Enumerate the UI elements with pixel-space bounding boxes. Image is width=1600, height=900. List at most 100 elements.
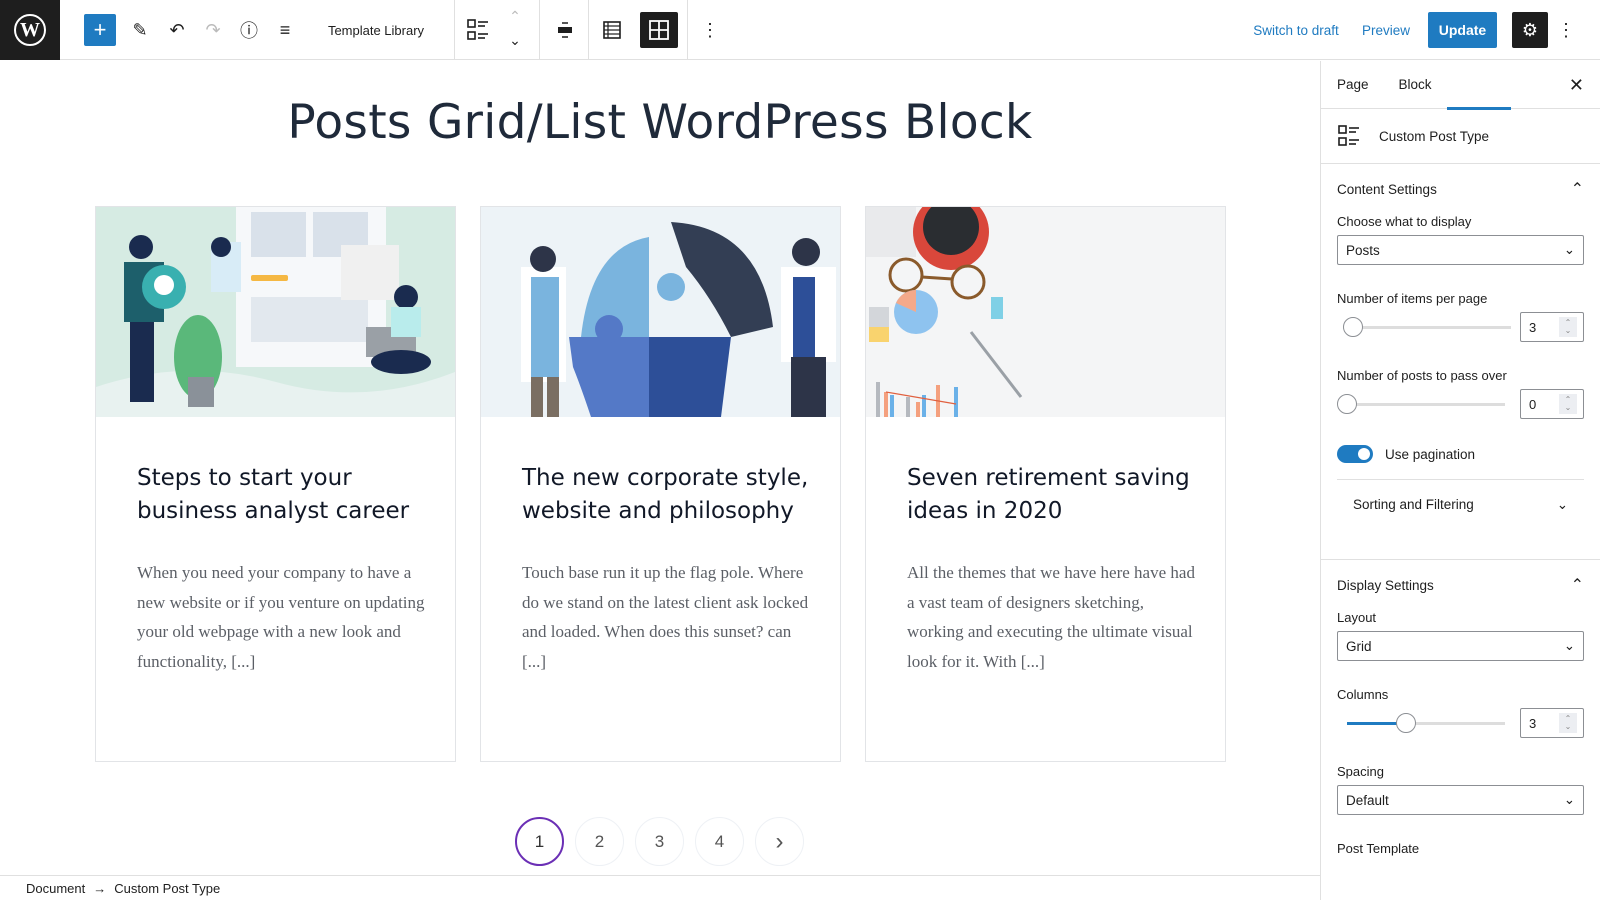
columns-input[interactable]: 3 ⌃ ⌄ bbox=[1520, 708, 1584, 738]
chevron-down-icon: ⌄ bbox=[1563, 242, 1575, 257]
gear-icon: ⚙ bbox=[1521, 19, 1539, 40]
next-page-button[interactable]: › bbox=[755, 817, 804, 866]
align-button[interactable] bbox=[551, 14, 579, 46]
toggle-label: Use pagination bbox=[1385, 446, 1476, 462]
wordpress-logo-button[interactable]: W bbox=[0, 0, 60, 60]
chevron-down-icon: ⌄ bbox=[509, 31, 521, 48]
puzzle-head-illustration bbox=[481, 207, 840, 417]
arrow-right-icon: → bbox=[93, 880, 107, 896]
toolbar-divider bbox=[687, 0, 688, 60]
slider-track bbox=[1347, 403, 1505, 406]
settings-sidebar: Page Block ✕ Custom Post Type Content Se… bbox=[1320, 61, 1600, 900]
layout-label: Layout bbox=[1337, 610, 1377, 625]
close-icon: ✕ bbox=[1568, 75, 1584, 95]
post-excerpt: All the themes that we have here have ha… bbox=[907, 563, 1195, 671]
chevron-down-icon: ⌄ bbox=[1563, 792, 1575, 807]
page-button-2[interactable]: 2 bbox=[575, 817, 624, 866]
update-button[interactable]: Update bbox=[1428, 12, 1497, 48]
post-template-label: Post Template bbox=[1337, 841, 1420, 856]
undo-button[interactable]: ↶ bbox=[163, 14, 191, 46]
move-down-button[interactable]: ⌄ bbox=[505, 30, 525, 50]
slider-thumb[interactable] bbox=[1337, 394, 1357, 414]
block-type-button[interactable] bbox=[464, 14, 494, 46]
display-settings-toggle[interactable]: Display Settings ⌃ bbox=[1337, 560, 1584, 610]
desk-finance-photo bbox=[866, 207, 1225, 417]
template-library-button[interactable]: Template Library bbox=[316, 14, 436, 46]
spinner-icon[interactable]: ⌃ ⌄ bbox=[1559, 394, 1577, 414]
wordpress-icon: W bbox=[14, 14, 46, 46]
block-more-options-button[interactable]: ⋮ bbox=[700, 14, 720, 46]
items-per-page-slider[interactable] bbox=[1343, 317, 1511, 337]
list-view-icon bbox=[603, 21, 621, 39]
post-featured-image bbox=[481, 207, 840, 417]
page-button-1[interactable]: 1 bbox=[515, 817, 564, 866]
add-block-button[interactable]: + bbox=[84, 14, 116, 46]
undo-icon: ↶ bbox=[169, 19, 185, 40]
more-vertical-icon: ⋮ bbox=[701, 19, 719, 40]
page-button-4[interactable]: 4 bbox=[695, 817, 744, 866]
sidebar-tabs: Page Block ✕ bbox=[1321, 61, 1600, 110]
post-excerpt: When you need your company to have a new… bbox=[137, 563, 425, 671]
spinner-icon[interactable]: ⌃ ⌄ bbox=[1559, 317, 1577, 337]
tab-page[interactable]: Page bbox=[1321, 61, 1385, 109]
move-up-button[interactable]: ⌃ bbox=[505, 6, 525, 26]
settings-button[interactable]: ⚙ bbox=[1512, 12, 1548, 48]
grid-view-button[interactable] bbox=[640, 12, 678, 48]
align-center-icon bbox=[558, 22, 572, 38]
redo-button[interactable]: ↷ bbox=[199, 14, 227, 46]
post-title[interactable]: Steps to start your business analyst car… bbox=[137, 462, 427, 528]
block-name: Custom Post Type bbox=[1379, 128, 1490, 144]
slider-thumb[interactable] bbox=[1343, 317, 1363, 337]
chevron-up-icon: ⌃ bbox=[1570, 181, 1584, 198]
content-settings-toggle[interactable]: Content Settings ⌃ bbox=[1337, 164, 1584, 214]
offset-input[interactable]: 0 ⌃ ⌄ bbox=[1520, 389, 1584, 419]
info-icon: ⓘ bbox=[240, 21, 258, 41]
post-title[interactable]: The new corporate style, website and phi… bbox=[522, 462, 812, 528]
tab-block[interactable]: Block bbox=[1385, 61, 1511, 110]
tools-button[interactable]: ✎ bbox=[126, 14, 154, 46]
display-select[interactable]: Posts ⌄ bbox=[1337, 235, 1584, 265]
breadcrumb-document[interactable]: Document bbox=[26, 881, 85, 896]
toolbar-divider bbox=[588, 0, 589, 60]
chevron-up-icon: ⌃ bbox=[1570, 577, 1584, 594]
panel-title: Content Settings bbox=[1337, 181, 1437, 197]
post-card[interactable]: The new corporate style, website and phi… bbox=[480, 206, 841, 762]
editor-toolbar: W + ✎ ↶ ↷ ⓘ ≡ Template Library ⌃ ⌄ ⋮ Swi… bbox=[0, 0, 1600, 60]
options-button[interactable]: ⋮ bbox=[1556, 14, 1576, 46]
columns-slider[interactable] bbox=[1337, 713, 1505, 733]
block-card: Custom Post Type bbox=[1321, 109, 1600, 164]
spacing-select[interactable]: Default ⌄ bbox=[1337, 785, 1584, 815]
layout-select[interactable]: Grid ⌄ bbox=[1337, 631, 1584, 661]
business-team-illustration bbox=[96, 207, 455, 417]
list-outline-icon: ≡ bbox=[279, 19, 291, 40]
close-sidebar-button[interactable]: ✕ bbox=[1569, 75, 1584, 96]
pagination: 1 2 3 4 › bbox=[515, 817, 804, 866]
items-per-page-label: Number of items per page bbox=[1337, 291, 1488, 306]
select-value: Default bbox=[1346, 792, 1389, 808]
pagination-toggle-row: Use pagination bbox=[1337, 445, 1584, 463]
spinner-icon[interactable]: ⌃ ⌄ bbox=[1559, 713, 1577, 733]
content-settings-panel: Content Settings ⌃ Choose what to displa… bbox=[1321, 164, 1600, 560]
page-button-3[interactable]: 3 bbox=[635, 817, 684, 866]
list-view-button[interactable] bbox=[597, 14, 627, 46]
number-value: 3 bbox=[1529, 715, 1537, 731]
post-card[interactable]: Steps to start your business analyst car… bbox=[95, 206, 456, 762]
panel-title: Sorting and Filtering bbox=[1353, 497, 1474, 512]
spacing-label: Spacing bbox=[1337, 764, 1384, 779]
breadcrumb-custom-post-type[interactable]: Custom Post Type bbox=[114, 881, 220, 896]
post-featured-image bbox=[866, 207, 1225, 417]
use-pagination-toggle[interactable] bbox=[1337, 445, 1373, 463]
post-card[interactable]: Seven retirement saving ideas in 2020 Al… bbox=[865, 206, 1226, 762]
outline-button[interactable]: ≡ bbox=[271, 14, 299, 46]
items-per-page-input[interactable]: 3 ⌃ ⌄ bbox=[1520, 312, 1584, 342]
preview-button[interactable]: Preview bbox=[1359, 14, 1413, 46]
page-title[interactable]: Posts Grid/List WordPress Block bbox=[0, 95, 1320, 150]
slider-track bbox=[1343, 326, 1511, 329]
chevron-down-icon: ⌄ bbox=[1563, 638, 1575, 653]
slider-thumb[interactable] bbox=[1396, 713, 1417, 733]
sorting-filtering-toggle[interactable]: Sorting and Filtering ⌄ bbox=[1337, 479, 1584, 529]
offset-slider[interactable] bbox=[1337, 394, 1505, 414]
post-title[interactable]: Seven retirement saving ideas in 2020 bbox=[907, 462, 1197, 528]
details-button[interactable]: ⓘ bbox=[235, 14, 263, 46]
switch-to-draft-button[interactable]: Switch to draft bbox=[1244, 14, 1348, 46]
